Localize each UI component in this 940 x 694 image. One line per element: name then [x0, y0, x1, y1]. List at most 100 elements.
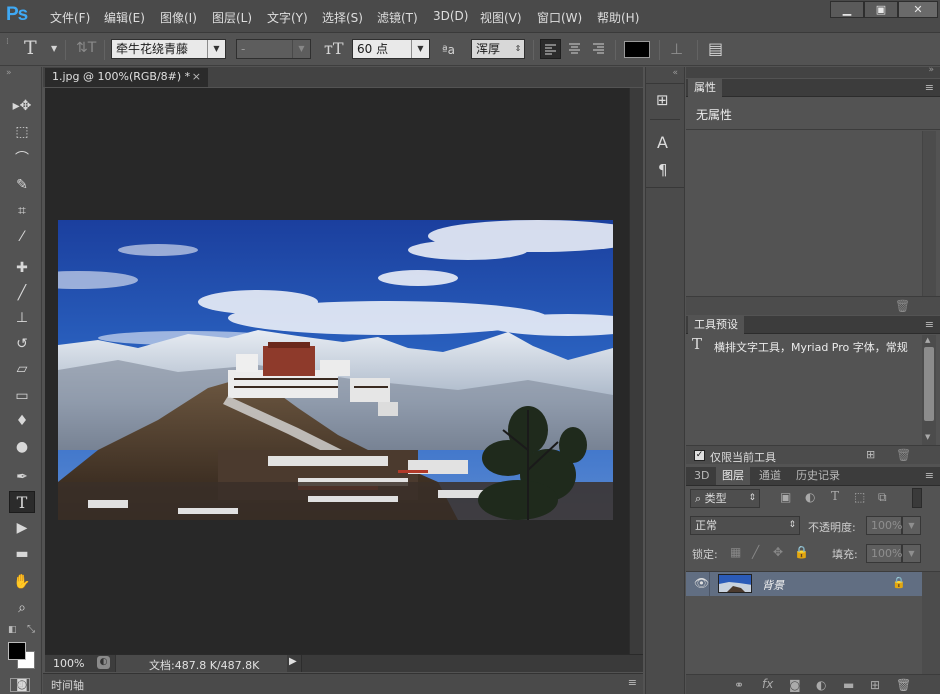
crop-tool-icon[interactable]: ⌗ — [9, 200, 35, 222]
quick-selection-tool-icon[interactable]: ✎ — [9, 174, 35, 196]
antialias-select[interactable]: 浑厚 ⇕ — [471, 39, 525, 59]
foreground-color-swatch[interactable] — [8, 642, 26, 660]
blur-tool-icon[interactable]: ♦ — [9, 410, 35, 432]
zoom-tool-icon[interactable]: ⌕ — [9, 597, 35, 619]
panel-menu-icon[interactable]: ≡ — [925, 469, 934, 482]
menu-file[interactable]: 文件(F) — [50, 9, 90, 26]
pixel-layer-filter-icon[interactable]: ▣ — [780, 490, 791, 504]
menu-window[interactable]: 窗口(W) — [537, 9, 582, 26]
lock-transparent-icon[interactable]: ▦ — [730, 545, 741, 559]
tool-presets-icon[interactable]: ⊞ — [656, 91, 669, 109]
trash-icon[interactable]: 🗑 — [895, 299, 910, 313]
adjustment-layer-icon[interactable]: ◐ — [816, 678, 826, 692]
rectangle-tool-icon[interactable]: ▬ — [9, 543, 35, 565]
close-window-button[interactable]: ✕ — [898, 1, 938, 18]
character-icon[interactable]: A — [657, 133, 668, 152]
status-menu-icon[interactable]: ◐ — [97, 656, 110, 669]
screen-mode-icon[interactable]: ⊡ — [10, 678, 30, 692]
panel-menu-icon[interactable]: ≡ — [925, 318, 934, 331]
toggle-text-orientation-icon[interactable]: ⇅T — [76, 40, 96, 56]
history-brush-tool-icon[interactable]: ↺ — [9, 333, 35, 355]
status-arrow-icon[interactable]: ▶ — [289, 656, 297, 667]
clone-stamp-tool-icon[interactable]: ⊥ — [9, 307, 35, 329]
type-tool-icon[interactable]: T — [24, 37, 37, 59]
current-tool-only-checkbox[interactable]: ✓ — [694, 450, 705, 461]
character-panel-icon[interactable]: ▤ — [708, 39, 723, 58]
warp-text-icon[interactable]: ⊥ — [670, 40, 683, 58]
document-image[interactable] — [58, 220, 613, 520]
menu-view[interactable]: 视图(V) — [480, 9, 522, 26]
healing-brush-tool-icon[interactable]: ✚ — [9, 257, 35, 279]
move-tool-icon[interactable]: ▸✥ — [9, 95, 35, 117]
tab-history[interactable]: 历史记录 — [790, 467, 846, 485]
smart-object-filter-icon[interactable]: ⧉ — [878, 490, 887, 505]
trash-icon[interactable]: 🗑 — [896, 678, 911, 692]
lock-pixels-icon[interactable]: ╱ — [752, 545, 759, 559]
new-layer-icon[interactable]: ⊞ — [870, 678, 880, 692]
adjustment-layer-filter-icon[interactable]: ◐ — [805, 490, 815, 504]
timeline-tab[interactable]: 时间轴 — [51, 677, 84, 693]
layers-scrollbar[interactable] — [922, 572, 940, 674]
panel-menu-icon[interactable]: ≡ — [628, 676, 637, 689]
chevron-down-icon[interactable]: ▼ — [902, 516, 921, 535]
font-style-select[interactable]: - ▼ — [236, 39, 311, 59]
pen-tool-icon[interactable]: ✒ — [9, 466, 35, 488]
properties-scrollbar[interactable] — [922, 131, 936, 296]
tab-3d[interactable]: 3D — [688, 467, 715, 485]
menu-select[interactable]: 选择(S) — [322, 9, 363, 26]
tab-tool-presets[interactable]: 工具预设 — [688, 316, 744, 334]
vertical-scrollbar[interactable] — [629, 88, 643, 654]
presets-scrollbar[interactable]: ▲ ▼ — [922, 335, 936, 445]
collapse-panels-icon[interactable]: » — [928, 65, 934, 75]
scroll-down-icon[interactable]: ▼ — [925, 433, 930, 441]
collapse-panel-icon[interactable]: » — [6, 68, 12, 78]
tab-layers[interactable]: 图层 — [716, 467, 750, 485]
swap-colors-icon[interactable]: ⤡ — [27, 624, 35, 635]
path-selection-tool-icon[interactable]: ▶ — [9, 517, 35, 539]
text-color-swatch[interactable] — [624, 41, 650, 58]
opacity-input[interactable]: 100% — [866, 516, 902, 535]
menu-layer[interactable]: 图层(L) — [212, 9, 252, 26]
close-tab-icon[interactable]: × — [192, 68, 201, 86]
default-colors-icon[interactable]: ◧ — [8, 625, 17, 635]
fx-icon[interactable]: fx — [762, 677, 773, 691]
dodge-tool-icon[interactable]: ● — [9, 436, 35, 458]
lasso-tool-icon[interactable]: ⌒ — [9, 148, 35, 170]
lock-all-icon[interactable]: 🔒 — [794, 545, 809, 559]
align-right-button[interactable] — [589, 39, 610, 59]
chevron-down-icon[interactable]: ▼ — [902, 544, 921, 563]
align-center-button[interactable] — [565, 39, 586, 59]
menu-image[interactable]: 图像(I) — [160, 9, 197, 26]
scroll-up-icon[interactable]: ▲ — [925, 336, 930, 344]
tool-preset-arrow-icon[interactable]: ▼ — [51, 44, 57, 53]
minimize-button[interactable]: ▁ — [830, 1, 864, 18]
shape-layer-filter-icon[interactable]: ⬚ — [854, 490, 865, 504]
align-left-button[interactable] — [540, 39, 561, 59]
layer-name[interactable]: 背景 — [762, 577, 784, 593]
eyedropper-tool-icon[interactable]: ⁄ — [9, 226, 35, 248]
brush-tool-icon[interactable]: ╱ — [9, 282, 35, 304]
menu-filter[interactable]: 滤镜(T) — [377, 9, 418, 26]
font-family-select[interactable]: 牵牛花绕青藤 ▼ — [111, 39, 226, 59]
paragraph-icon[interactable]: ¶ — [658, 161, 668, 179]
menu-type[interactable]: 文字(Y) — [267, 9, 308, 26]
eraser-tool-icon[interactable]: ▱ — [9, 358, 35, 380]
filter-toggle-icon[interactable] — [912, 488, 922, 508]
restore-button[interactable]: ▣ — [864, 1, 898, 18]
zoom-level[interactable]: 100% — [53, 657, 84, 670]
type-tool-icon[interactable]: T — [9, 491, 35, 513]
tab-properties[interactable]: 属性 — [688, 79, 722, 97]
lock-position-icon[interactable]: ✥ — [773, 545, 783, 559]
layer-filter-select[interactable]: ⌕ 类型 ⇕ — [690, 489, 760, 508]
scroll-thumb[interactable] — [924, 347, 934, 421]
panel-menu-icon[interactable]: ≡ — [925, 81, 934, 94]
link-layers-icon[interactable]: ⚭ — [734, 678, 744, 692]
horizontal-scrollbar[interactable] — [301, 655, 643, 672]
list-item[interactable]: T 横排文字工具，Myriad Pro 字体，常规 — [686, 335, 922, 357]
new-preset-icon[interactable]: ⊞ — [866, 448, 875, 461]
eye-icon[interactable]: 👁 — [694, 576, 709, 590]
tab-channels[interactable]: 通道 — [753, 467, 787, 485]
hand-tool-icon[interactable]: ✋ — [9, 571, 35, 593]
font-size-select[interactable]: 60 点 ▼ — [352, 39, 430, 59]
layer-row[interactable]: 👁 背景 🔒 — [686, 572, 922, 596]
